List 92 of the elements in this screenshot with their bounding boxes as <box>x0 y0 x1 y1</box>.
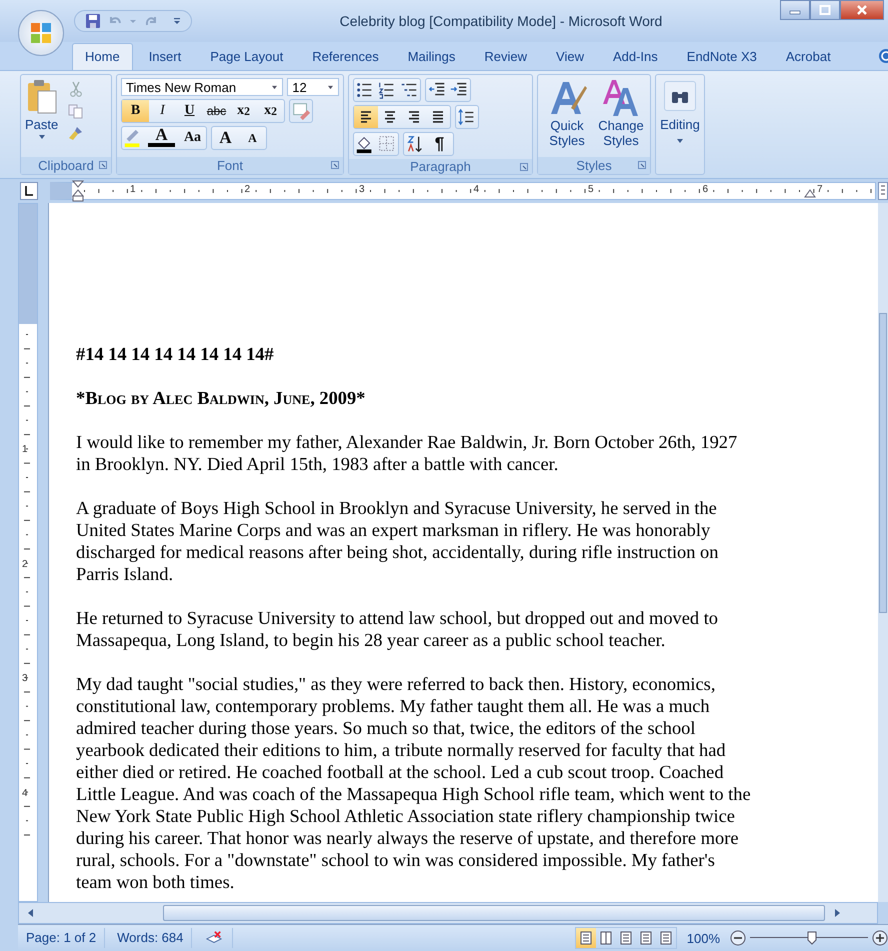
quick-styles-button[interactable]: Quick Styles <box>541 78 593 154</box>
view-button[interactable] <box>576 928 596 948</box>
dropdown-arrow-icon <box>676 138 684 144</box>
ribbon-tab[interactable]: Acrobat <box>772 43 844 70</box>
dialog-launcher-icon[interactable] <box>638 161 646 169</box>
document-byline: *Blog by Alec Baldwin, June, 2009* <box>76 387 366 409</box>
zoom-out-icon[interactable] <box>730 930 746 946</box>
ruler-number: 3 <box>22 673 28 684</box>
minimize-button[interactable] <box>780 0 810 20</box>
ruler-number: 2 <box>22 558 28 570</box>
dialog-launcher-icon[interactable] <box>520 163 528 171</box>
font-size-combo[interactable]: 12 <box>287 78 339 96</box>
align-icon <box>383 110 397 124</box>
page-view-icon <box>618 931 633 945</box>
ruler-number: 7 <box>817 184 823 195</box>
dropdown-arrow-icon <box>271 84 278 90</box>
clear-formatting-icon[interactable] <box>289 99 313 123</box>
dropdown-arrow-icon <box>38 134 46 140</box>
page-view-icon <box>578 931 593 945</box>
office-logo <box>29 21 53 45</box>
change-styles-icon <box>601 78 641 118</box>
ruler-number: 1 <box>130 184 136 195</box>
document-paragraph: He returned to Syracuse University to attend law school, but dropped out and moved to Massapequa, Long Island, to begin his 28 year career as a public school teacher. <box>76 607 719 651</box>
editing-button[interactable]: Editing <box>655 74 705 175</box>
format-button[interactable]: U <box>176 100 203 122</box>
grow-font-button[interactable]: A <box>212 127 239 149</box>
ribbon-tab[interactable]: Mailings <box>394 43 468 70</box>
indent-marker-icon[interactable] <box>72 180 84 202</box>
maximize-icon <box>819 5 831 15</box>
change-case-button[interactable]: Aa <box>179 127 206 149</box>
ribbon-tab[interactable]: Home <box>72 43 133 70</box>
zoom-level[interactable]: 100% <box>686 930 720 946</box>
ribbon-tab[interactable]: Page Layout <box>197 43 296 70</box>
zoom-in-icon[interactable] <box>872 930 888 946</box>
format-button[interactable]: abc <box>203 100 230 122</box>
page-count[interactable]: Page: 1 of 2 <box>18 928 106 948</box>
align-icon <box>431 110 445 124</box>
word-count[interactable]: Words: 684 <box>109 928 192 948</box>
font-name-combo[interactable]: Times New Roman <box>121 78 284 96</box>
ruler-number: 1 <box>22 444 28 455</box>
ruler-number: 4 <box>22 788 28 798</box>
paste-button[interactable]: Paste <box>25 79 58 140</box>
dropdown-arrow-icon <box>327 84 334 90</box>
ribbon-tab[interactable]: References <box>299 43 392 70</box>
ribbon-tab[interactable]: Insert <box>136 43 194 70</box>
ruler-number: 4 <box>474 184 480 195</box>
dialog-launcher-icon[interactable] <box>99 161 107 169</box>
align-icon <box>359 110 373 124</box>
document-paragraph: I would like to remember my father, Alexander Rae Baldwin, Jr. Born October 26th, 1927 in Brooklyn. NY. Died April 15th, 1983 after a battle with cancer. <box>76 431 738 475</box>
view-ruler-icon[interactable] <box>878 182 888 200</box>
page-view-icon <box>638 931 653 945</box>
window-title: Celebrity blog [Compatibility Mode] - Microsoft Word <box>338 13 664 29</box>
customize-toolbar-icon[interactable] <box>173 17 181 25</box>
document-paragraph: A graduate of Boys High School in Brooklyn and Syracuse University, he served in the United States Marine Corps and was an expert marksman in riflery. He was honorably discharged for medical reasons after being shot, accidentally, during rifle instruction on Parris Island. <box>76 497 720 585</box>
document-heading: #14 14 14 14 14 14 14 14# <box>76 343 275 365</box>
page-view-icon <box>658 931 673 945</box>
ruler-number: 2 <box>244 184 250 195</box>
ribbon-tab[interactable]: Add-Ins <box>600 43 671 70</box>
ruler-number: 6 <box>702 184 708 195</box>
align-icon <box>407 110 421 124</box>
maximize-button[interactable] <box>810 0 840 20</box>
scroll-left-icon[interactable] <box>27 908 35 918</box>
zoom-slider-thumb[interactable] <box>807 931 818 945</box>
ribbon-tab[interactable]: EndNote X3 <box>674 43 770 70</box>
horizontal-scrollbar[interactable] <box>18 902 878 924</box>
format-button[interactable]: I <box>149 100 176 122</box>
clipboard-icon <box>26 79 58 115</box>
align-button[interactable] <box>354 106 378 128</box>
change-styles-button[interactable]: Change Styles <box>595 78 647 154</box>
tab-selector-icon[interactable] <box>20 182 38 200</box>
close-icon <box>856 5 868 15</box>
format-button[interactable]: B <box>122 100 149 122</box>
vertical-scrollbar[interactable] <box>878 203 888 902</box>
ruler-number: 3 <box>359 184 365 195</box>
indent-marker-icon[interactable] <box>804 189 816 199</box>
brush-icon[interactable] <box>68 125 84 141</box>
group-label: Clipboard <box>38 158 94 173</box>
scroll-right-icon[interactable] <box>833 908 841 918</box>
group-label: Styles <box>576 158 612 173</box>
group-label: Paragraph <box>410 159 471 174</box>
ribbon-tab[interactable]: Review <box>471 43 540 70</box>
group-label: Font <box>216 158 243 173</box>
document-paragraph: My dad taught "social studies," as they were referred to back then. History, economics, constitutional law, contemporary problems. My father taught them all. He was a much admired teacher during those years. So much so that, twice, the editors of the school yearbook dedicated their editions to him, a tribute normally reserved for faculty that had either died or retired. He coached football at the school. Led a cub scout troop. Coached Little League. And was coach of the Massapequa High School rifle team, which went to the New York State Public High School Athletic Association state riflery championship twice during his career. That honor was nearly always the reserve of upstate, and therefore more rural, schools. For a "downstate" school to win was considered impossible. My father's team won both times. <box>76 673 752 893</box>
ribbon-tab[interactable]: View <box>543 43 597 70</box>
proofing-icon[interactable] <box>206 930 222 946</box>
font-color-button[interactable]: A <box>148 127 175 147</box>
shrink-font-button[interactable]: A <box>239 127 266 149</box>
ruler-number: 5 <box>588 184 594 195</box>
page-view-icon <box>598 931 613 945</box>
close-button[interactable] <box>840 0 884 20</box>
dialog-launcher-icon[interactable] <box>331 161 339 169</box>
save-icon[interactable] <box>85 13 101 29</box>
